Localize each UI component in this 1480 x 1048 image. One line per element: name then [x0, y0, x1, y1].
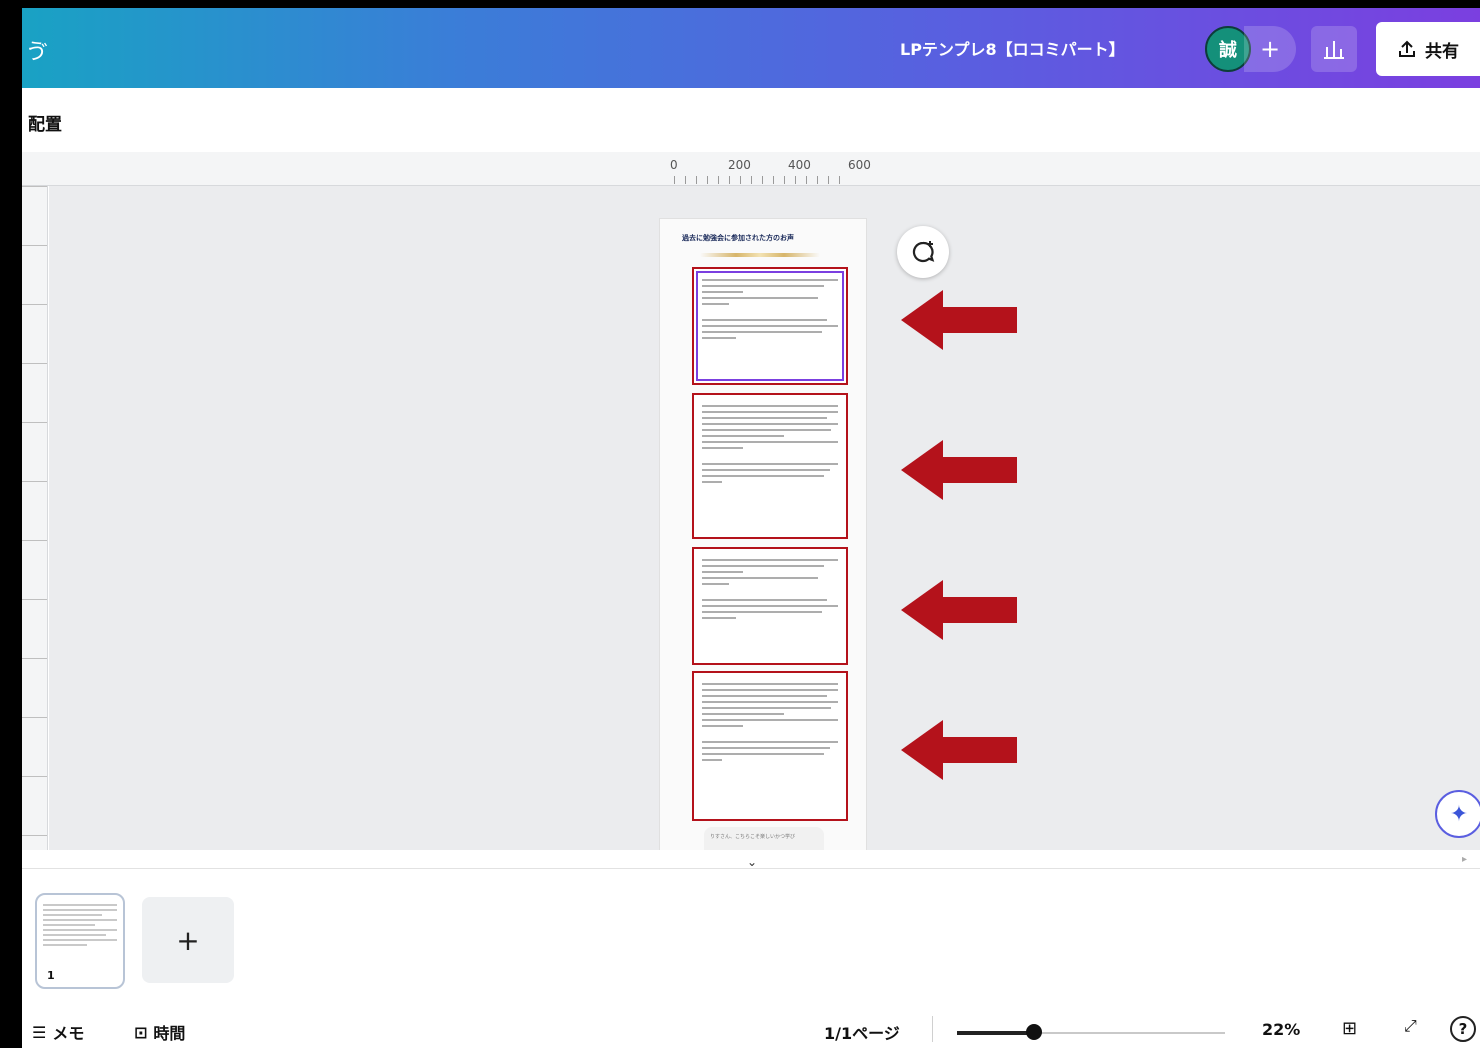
- testimonial-card[interactable]: [692, 547, 848, 665]
- footer-bar: ☰ メモ ⊡ 時間 1/1ページ 22% ⊞ ⤢ ?: [22, 1008, 1480, 1048]
- ruler-tick: 600: [848, 158, 871, 172]
- context-toolbar: 配置: [22, 88, 1480, 152]
- timer-button[interactable]: ⊡ 時間: [134, 1020, 185, 1044]
- horizontal-ruler: 0 200 400 600: [22, 152, 1480, 186]
- ruler-marks: [674, 176, 850, 184]
- testimonial-card[interactable]: [692, 267, 848, 385]
- top-bar: ゔ LPテンプレ8【ロコミパート】 誠 + 共有: [22, 8, 1480, 88]
- testimonial-card-partial[interactable]: りすさん、こちらこそ楽しいかつ学び: [704, 827, 824, 850]
- page-count: 1/1ページ: [824, 1024, 900, 1043]
- notes-icon: ☰: [32, 1022, 47, 1042]
- ruler-tick: 400: [788, 158, 811, 172]
- pages-panel: 1 +: [22, 868, 1480, 1008]
- position-button[interactable]: 配置: [28, 110, 62, 135]
- add-comment-button[interactable]: [897, 226, 949, 278]
- share-button[interactable]: 共有: [1376, 22, 1480, 76]
- page-thumbnail[interactable]: 1: [35, 893, 125, 989]
- zoom-level[interactable]: 22%: [1262, 1020, 1300, 1039]
- divider: [932, 1016, 933, 1042]
- decorative-divider: [700, 253, 820, 257]
- ruler-tick: 200: [728, 158, 751, 172]
- notes-label: メモ: [52, 1024, 85, 1043]
- add-collaborator-button[interactable]: +: [1244, 26, 1296, 72]
- bar-chart-icon: [1324, 41, 1344, 59]
- chevron-down-icon: ⌄: [746, 855, 758, 869]
- zoom-slider-fill: [957, 1031, 1034, 1035]
- red-arrow-annotation: [901, 720, 1017, 780]
- comment-plus-icon: [912, 241, 935, 263]
- testimonial-card[interactable]: [692, 393, 848, 539]
- upload-icon: [1399, 40, 1415, 57]
- red-arrow-annotation: [901, 440, 1017, 500]
- scroll-right-icon[interactable]: ▸: [1462, 854, 1467, 865]
- design-canvas[interactable]: 過去に勉強会に参加された方のお声 りすさん、こちらこそ楽しいかつ学び ✦: [49, 186, 1480, 850]
- grid-view-icon[interactable]: ⊞: [1342, 1018, 1357, 1039]
- add-page-button[interactable]: +: [142, 897, 234, 983]
- back-icon[interactable]: ゔ: [26, 34, 48, 66]
- page-number: 1: [47, 969, 55, 982]
- sparkle-icon: ✦: [1449, 801, 1469, 827]
- notes-button[interactable]: ☰ メモ: [32, 1020, 84, 1044]
- testimonial-card[interactable]: [692, 671, 848, 821]
- help-icon[interactable]: ?: [1450, 1016, 1476, 1042]
- magic-assistant-button[interactable]: ✦: [1435, 790, 1480, 838]
- editor-window: ゔ LPテンプレ8【ロコミパート】 誠 + 共有 配置 0 200 400 60…: [22, 8, 1480, 1048]
- play-icon: ⊡: [134, 1022, 148, 1042]
- vertical-ruler: [22, 186, 48, 850]
- page-heading: 過去に勉強会に参加された方のお声: [682, 234, 794, 242]
- red-arrow-annotation: [901, 290, 1017, 350]
- ruler-tick: 0: [670, 158, 678, 172]
- red-arrow-annotation: [901, 580, 1017, 640]
- fullscreen-icon[interactable]: ⤢: [1404, 1016, 1417, 1036]
- zoom-slider-handle[interactable]: [1026, 1024, 1042, 1040]
- design-page[interactable]: 過去に勉強会に参加された方のお声 りすさん、こちらこそ楽しいかつ学び: [659, 218, 867, 850]
- insights-button[interactable]: [1311, 26, 1357, 72]
- share-label: 共有: [1425, 41, 1459, 62]
- document-title[interactable]: LPテンプレ8【ロコミパート】: [900, 36, 1125, 60]
- timer-label: 時間: [153, 1024, 186, 1043]
